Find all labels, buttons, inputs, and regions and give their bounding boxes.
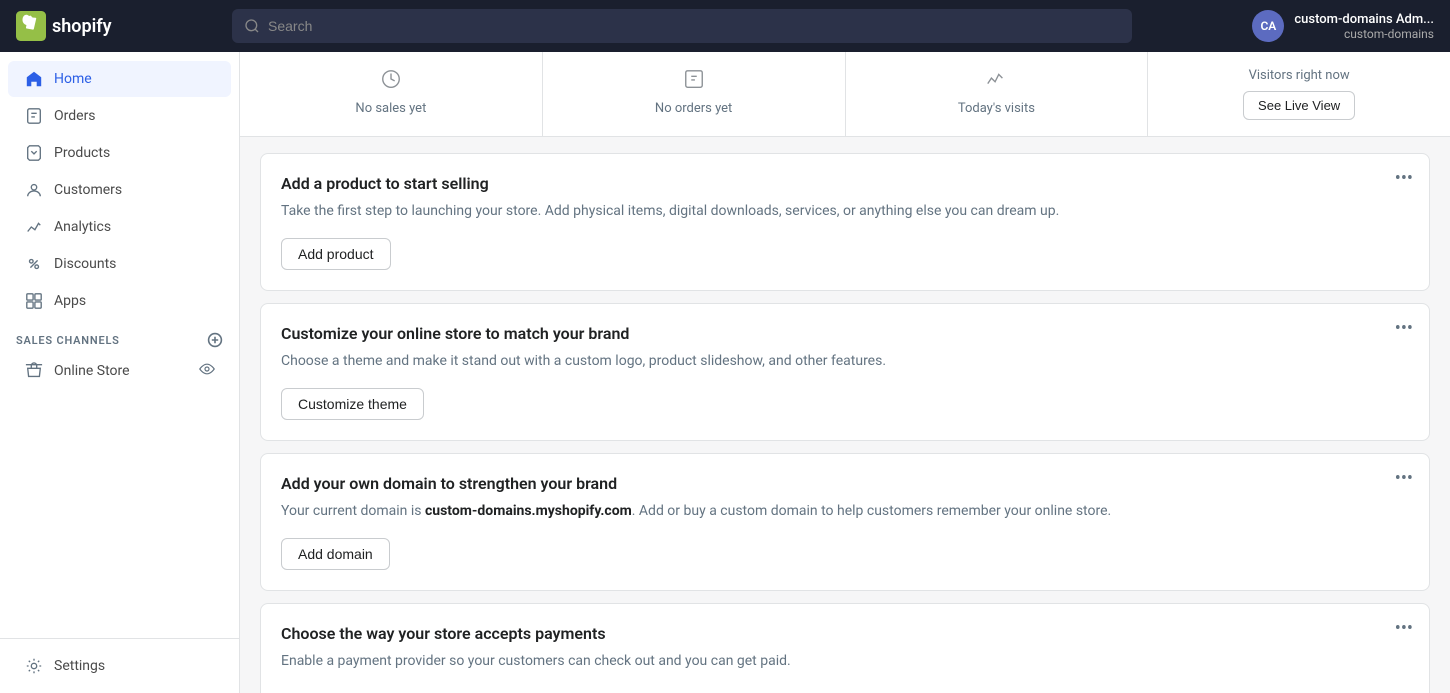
customize-theme-desc: Choose a theme and make it stand out wit… (281, 351, 1409, 372)
shopify-logo-icon (16, 11, 46, 41)
search-input[interactable] (268, 18, 1120, 34)
add-domain-desc-before: Your current domain is (281, 503, 425, 519)
orders-stat-icon (683, 68, 705, 95)
customize-theme-title: Customize your online store to match you… (281, 324, 1409, 343)
add-product-card: ••• Add a product to start selling Take … (260, 153, 1430, 291)
sidebar-item-customers[interactable]: Customers (8, 172, 231, 208)
user-info: custom-domains Adm... custom-domains (1294, 12, 1434, 41)
sidebar-label-products: Products (54, 145, 110, 161)
visitors-label: Visitors right now (1249, 68, 1350, 83)
payments-desc: Enable a payment provider so your custom… (281, 651, 1409, 672)
customers-icon (24, 180, 44, 200)
add-product-title: Add a product to start selling (281, 174, 1409, 193)
live-view-box: Visitors right now See Live View (1148, 52, 1450, 136)
sidebar-item-apps[interactable]: Apps (8, 283, 231, 319)
sales-channels-section: SALES CHANNELS (0, 320, 239, 352)
apps-icon (24, 291, 44, 311)
main-content: No sales yet No orders yet Today's visit… (240, 52, 1450, 693)
sidebar-navigation: Home Orders Products Customers (0, 52, 239, 638)
sidebar-item-products[interactable]: Products (8, 135, 231, 171)
stat-visits: Today's visits (846, 52, 1149, 136)
no-sales-label: No sales yet (355, 101, 426, 116)
stats-bar: No sales yet No orders yet Today's visit… (240, 52, 1450, 137)
online-store-label: Online Store (54, 363, 130, 379)
sidebar-item-home[interactable]: Home (8, 61, 231, 97)
user-avatar[interactable]: CA (1252, 10, 1284, 42)
orders-icon (24, 106, 44, 126)
sidebar: Home Orders Products Customers (0, 52, 240, 693)
sales-channels-label: SALES CHANNELS (16, 334, 120, 347)
add-product-button[interactable]: Add product (281, 238, 391, 270)
logo-area: shopify (16, 11, 216, 41)
shopify-logo[interactable]: shopify (16, 11, 112, 41)
payments-card: ••• Choose the way your store accepts pa… (260, 603, 1430, 693)
add-domain-card: ••• Add your own domain to strengthen yo… (260, 453, 1430, 591)
main-layout: Home Orders Products Customers (0, 52, 1450, 693)
cards-container: ••• Add a product to start selling Take … (240, 137, 1450, 693)
top-navigation: shopify CA custom-domains Adm... custom-… (0, 0, 1450, 52)
sidebar-item-orders[interactable]: Orders (8, 98, 231, 134)
sidebar-label-analytics: Analytics (54, 219, 111, 235)
stat-orders: No orders yet (543, 52, 846, 136)
search-icon (244, 18, 260, 34)
see-live-view-button[interactable]: See Live View (1243, 91, 1355, 120)
visits-icon (985, 68, 1007, 95)
sidebar-item-online-store[interactable]: Online Store (8, 353, 231, 389)
user-name: custom-domains Adm... (1294, 12, 1434, 27)
add-domain-title: Add your own domain to strengthen your b… (281, 474, 1409, 493)
user-shop: custom-domains (1294, 27, 1434, 41)
user-area: CA custom-domains Adm... custom-domains (1252, 10, 1434, 42)
visits-label: Today's visits (958, 101, 1035, 116)
customize-theme-card: ••• Customize your online store to match… (260, 303, 1430, 441)
search-bar[interactable] (232, 9, 1132, 43)
online-store-left: Online Store (24, 361, 130, 381)
sidebar-label-discounts: Discounts (54, 256, 116, 272)
payments-more-button[interactable]: ••• (1395, 620, 1413, 638)
discounts-icon (24, 254, 44, 274)
add-product-more-button[interactable]: ••• (1395, 170, 1413, 188)
sales-icon (380, 68, 402, 95)
online-store-icon (24, 361, 44, 381)
add-product-desc: Take the first step to launching your st… (281, 201, 1409, 222)
home-icon (24, 69, 44, 89)
shopify-brand-name: shopify (52, 16, 112, 37)
settings-icon (24, 656, 44, 676)
stat-sales: No sales yet (240, 52, 543, 136)
sidebar-label-apps: Apps (54, 293, 86, 309)
analytics-icon (24, 217, 44, 237)
sidebar-label-orders: Orders (54, 108, 96, 124)
sidebar-item-analytics[interactable]: Analytics (8, 209, 231, 245)
add-domain-button[interactable]: Add domain (281, 538, 390, 570)
add-sales-channel-button[interactable] (207, 332, 223, 348)
sidebar-item-settings[interactable]: Settings (8, 648, 231, 684)
eye-icon[interactable] (199, 361, 215, 381)
add-domain-desc-after: . Add or buy a custom domain to help cus… (632, 503, 1111, 519)
add-domain-more-button[interactable]: ••• (1395, 470, 1413, 488)
products-icon (24, 143, 44, 163)
sidebar-footer: Settings (0, 638, 239, 693)
customize-theme-more-button[interactable]: ••• (1395, 320, 1413, 338)
sidebar-label-customers: Customers (54, 182, 122, 198)
sidebar-item-discounts[interactable]: Discounts (8, 246, 231, 282)
domain-name: custom-domains.myshopify.com (425, 503, 632, 519)
customize-theme-button[interactable]: Customize theme (281, 388, 424, 420)
sidebar-label-settings: Settings (54, 658, 105, 674)
payments-title: Choose the way your store accepts paymen… (281, 624, 1409, 643)
no-orders-label: No orders yet (655, 101, 732, 116)
add-domain-desc: Your current domain is custom-domains.my… (281, 501, 1409, 522)
sidebar-label-home: Home (54, 71, 92, 87)
